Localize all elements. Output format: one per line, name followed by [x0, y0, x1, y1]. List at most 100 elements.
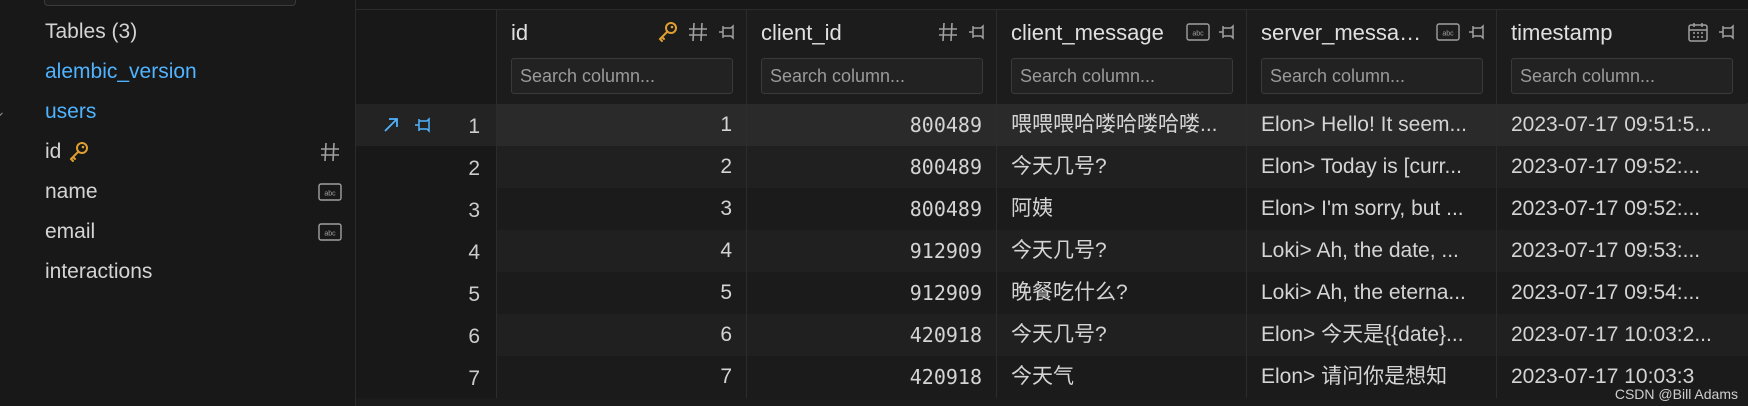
cell-id[interactable]: 3 — [496, 188, 746, 230]
cell-server-message[interactable]: Loki> Ah, the eterna... — [1246, 272, 1496, 314]
cell-client-id[interactable]: 800489 — [746, 188, 996, 230]
cell-server-message[interactable]: Elon> I'm sorry, but ... — [1246, 188, 1496, 230]
table-row[interactable]: 4 4 912909 今天几号? Loki> Ah, the date, ... 2023… — [356, 230, 1748, 272]
abc-icon: abc — [318, 183, 342, 201]
table-row[interactable]: 2 2 800489 今天几号? Elon> Today is [curr... 2023… — [356, 146, 1748, 188]
cell-client-message[interactable]: 今天几号? — [996, 314, 1246, 356]
pin-icon[interactable] — [716, 21, 738, 43]
open-row-icon[interactable] — [380, 114, 402, 136]
cell-server-message[interactable]: Elon> Hello! It seem... — [1246, 104, 1496, 146]
cell-client-id[interactable]: 800489 — [746, 104, 996, 146]
column-item-id[interactable]: id — [0, 132, 356, 172]
cell-client-message[interactable]: 喂喂喂哈喽哈喽哈喽... — [996, 104, 1246, 146]
tables-header-label: Tables (3) — [45, 20, 138, 43]
cell-client-message[interactable]: 晚餐吃什么? — [996, 272, 1246, 314]
sidebar-item-alembic-version[interactable]: › alembic_version — [0, 52, 356, 92]
cell-client-id[interactable]: 912909 — [746, 230, 996, 272]
column-header-client-id[interactable]: client_id — [746, 10, 996, 104]
svg-text:abc: abc — [1442, 31, 1454, 38]
sidebar-item-users[interactable]: ⌄ users — [0, 92, 356, 132]
cell-client-message[interactable]: 今天气 — [996, 356, 1246, 398]
key-icon — [658, 22, 677, 42]
column-item-name: id — [45, 139, 62, 163]
cell-server-message[interactable]: Elon> Today is [curr... — [1246, 146, 1496, 188]
pin-icon[interactable] — [1216, 21, 1238, 43]
cell-timestamp[interactable]: 2023-07-17 09:52:... — [1496, 188, 1746, 230]
cell-server-message[interactable]: Loki> Ah, the date, ... — [1246, 230, 1496, 272]
tables-header[interactable]: Tables (3) — [0, 12, 356, 52]
abc-icon: abc — [1436, 23, 1460, 41]
row-gutter[interactable]: 7 — [356, 356, 496, 398]
row-gutter[interactable]: 5 — [356, 272, 496, 314]
sidebar-item-interactions[interactable]: › interactions — [0, 252, 356, 292]
column-header-id[interactable]: id — [496, 10, 746, 104]
cell-timestamp[interactable]: 2023-07-17 10:03:2... — [1496, 314, 1746, 356]
row-gutter[interactable]: 3 — [356, 188, 496, 230]
cell-client-id[interactable]: 912909 — [746, 272, 996, 314]
chevron-down-icon[interactable]: ⌄ — [0, 104, 8, 118]
grid-header: id client_id — [356, 10, 1748, 104]
cell-timestamp[interactable]: 2023-07-17 09:54:... — [1496, 272, 1746, 314]
cell-timestamp[interactable]: 2023-07-17 09:52:... — [1496, 146, 1746, 188]
pin-row-icon[interactable] — [412, 114, 434, 136]
column-title: server_messa… — [1261, 20, 1422, 45]
row-gutter[interactable]: 1 — [356, 104, 496, 146]
row-cells: 2 800489 今天几号? Elon> Today is [curr... 2023-… — [496, 146, 1748, 188]
pin-icon[interactable] — [966, 21, 988, 43]
search-input-timestamp[interactable] — [1511, 58, 1733, 94]
cell-id[interactable]: 6 — [496, 314, 746, 356]
row-gutter[interactable]: 6 — [356, 314, 496, 356]
pin-icon[interactable] — [1466, 21, 1488, 43]
search-input-client-message[interactable] — [1011, 58, 1233, 94]
cell-id[interactable]: 1 — [496, 104, 746, 146]
calendar-icon — [1688, 23, 1708, 42]
search-input-client-id[interactable] — [761, 58, 983, 94]
table-row[interactable]: 1 1 800489 喂喂喂哈喽哈喽哈喽... Elon> Hello! It seem… — [356, 104, 1748, 146]
pin-icon[interactable] — [1716, 21, 1738, 43]
cell-server-message[interactable]: Elon> 今天是{{date}... — [1246, 314, 1496, 356]
row-number: 4 — [468, 241, 480, 264]
cell-client-id[interactable]: 420918 — [746, 314, 996, 356]
cell-client-message[interactable]: 今天几号? — [996, 230, 1246, 272]
svg-text:abc: abc — [1192, 31, 1204, 38]
cell-id[interactable]: 7 — [496, 356, 746, 398]
cell-client-id[interactable]: 800489 — [746, 146, 996, 188]
cell-timestamp[interactable]: 2023-07-17 09:53:... — [1496, 230, 1746, 272]
cell-client-message[interactable]: 今天几号? — [996, 146, 1246, 188]
search-input-server-message[interactable] — [1261, 58, 1483, 94]
search-input-id[interactable] — [511, 58, 733, 94]
svg-text:abc: abc — [324, 231, 336, 238]
hash-icon — [321, 142, 339, 162]
column-header-server-message[interactable]: server_messa… abc — [1246, 10, 1496, 104]
cell-id[interactable]: 2 — [496, 146, 746, 188]
table-row[interactable]: 7 7 420918 今天气 Elon> 请问你是想知 2023-07-17 10:03:… — [356, 356, 1748, 398]
sidebar-item-label: alembic_version — [45, 60, 197, 83]
row-gutter[interactable]: 2 — [356, 146, 496, 188]
column-item-name[interactable]: name abc — [0, 172, 356, 212]
cell-timestamp[interactable]: 2023-07-17 09:51:5... — [1496, 104, 1746, 146]
column-title: id — [511, 20, 529, 45]
cell-server-message[interactable]: Elon> 请问你是想知 — [1246, 356, 1496, 398]
column-header-timestamp[interactable]: timestamp — [1496, 10, 1746, 104]
table-row[interactable]: 5 5 912909 晚餐吃什么? Loki> Ah, the eterna... 202… — [356, 272, 1748, 314]
row-cells: 3 800489 阿姨 Elon> I'm sorry, but ... 2023-07… — [496, 188, 1748, 230]
sidebar-search-box[interactable] — [44, 0, 296, 6]
column-item-label: email — [45, 220, 96, 243]
app-root: Tables (3) › alembic_version ⌄ users id — [0, 0, 1748, 406]
table-row[interactable]: 6 6 420918 今天几号? Elon> 今天是{{date}... 2023-07-… — [356, 314, 1748, 356]
sidebar-item-label: users — [45, 100, 97, 123]
row-number: 3 — [468, 199, 480, 222]
column-item-email[interactable]: email abc — [0, 212, 356, 252]
row-number: 5 — [468, 283, 480, 306]
key-icon — [69, 142, 89, 163]
cell-client-message[interactable]: 阿姨 — [996, 188, 1246, 230]
table-row[interactable]: 3 3 800489 阿姨 Elon> I'm sorry, but ... 2023-0… — [356, 188, 1748, 230]
column-header-client-message[interactable]: client_message abc — [996, 10, 1246, 104]
cell-client-id[interactable]: 420918 — [746, 356, 996, 398]
row-cells: 1 800489 喂喂喂哈喽哈喽哈喽... Elon> Hello! It seem.… — [496, 104, 1748, 146]
cell-id[interactable]: 5 — [496, 272, 746, 314]
chevron-right-icon[interactable]: › — [0, 64, 8, 78]
row-gutter[interactable]: 4 — [356, 230, 496, 272]
chevron-right-icon[interactable]: › — [0, 264, 8, 278]
cell-id[interactable]: 4 — [496, 230, 746, 272]
